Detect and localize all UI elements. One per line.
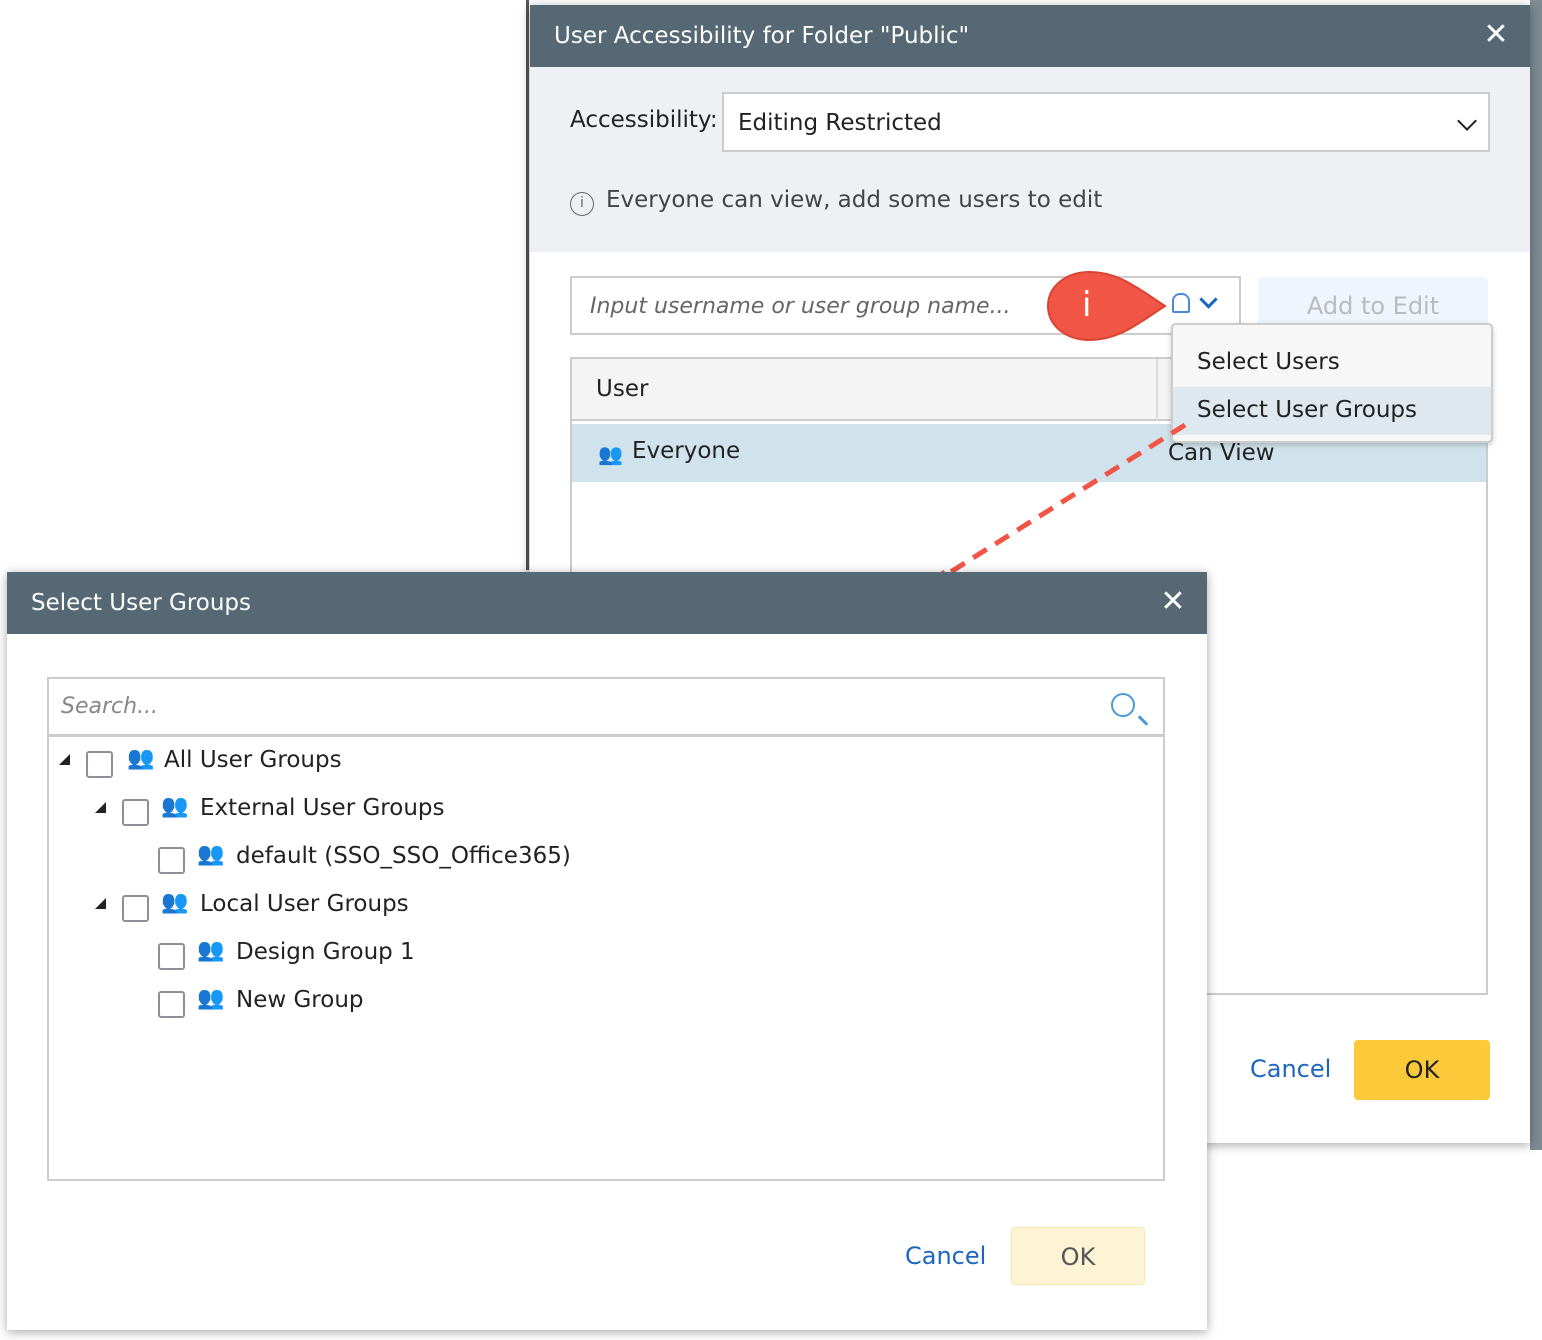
tree-item-label[interactable]: Design Group 1 [236, 939, 415, 965]
tree-checkbox[interactable] [158, 847, 185, 874]
user-group-icon: 👥 [197, 938, 225, 963]
ok-button[interactable]: OK [1011, 1227, 1145, 1285]
user-group-icon: 👥 [197, 986, 225, 1011]
search-icon[interactable] [1111, 693, 1135, 717]
group-tree: 👥 All User Groups 👥 External User Groups… [47, 736, 1165, 1181]
tree-item-label[interactable]: Local User Groups [200, 891, 409, 917]
dashed-arrow [923, 422, 1187, 591]
select-user-groups-dialog: Select User Groups ✕ Search... 👥 All User… [7, 572, 1207, 1330]
external-group-icon: 👥 [197, 842, 225, 867]
tree-item-label[interactable]: All User Groups [164, 747, 342, 773]
tree-item-label[interactable]: default (SSO_SSO_Office365) [236, 843, 571, 869]
callout-marker [1046, 270, 1167, 342]
external-group-icon: 👥 [161, 794, 189, 819]
tree-item-label[interactable]: New Group [236, 987, 364, 1013]
search-icon-handle [1137, 715, 1149, 726]
tree-checkbox[interactable] [86, 751, 113, 778]
dialog-header: Select User Groups ✕ [7, 572, 1207, 634]
expand-toggle[interactable] [59, 754, 70, 765]
search-placeholder: Search... [61, 694, 159, 719]
close-icon[interactable]: ✕ [1157, 586, 1189, 618]
tree-checkbox[interactable] [158, 943, 185, 970]
expand-toggle[interactable] [95, 802, 106, 813]
tree-checkbox[interactable] [122, 895, 149, 922]
search-input[interactable]: Search... [47, 677, 1165, 737]
cancel-button[interactable]: Cancel [905, 1242, 986, 1270]
dialog-title: Select User Groups [31, 590, 252, 616]
callout-label: i [1082, 285, 1092, 325]
tree-checkbox[interactable] [122, 799, 149, 826]
tree-item-label[interactable]: External User Groups [200, 795, 444, 821]
tree-checkbox[interactable] [158, 991, 185, 1018]
expand-toggle[interactable] [95, 898, 106, 909]
user-group-icon: 👥 [161, 890, 189, 915]
user-group-icon: 👥 [127, 746, 155, 771]
